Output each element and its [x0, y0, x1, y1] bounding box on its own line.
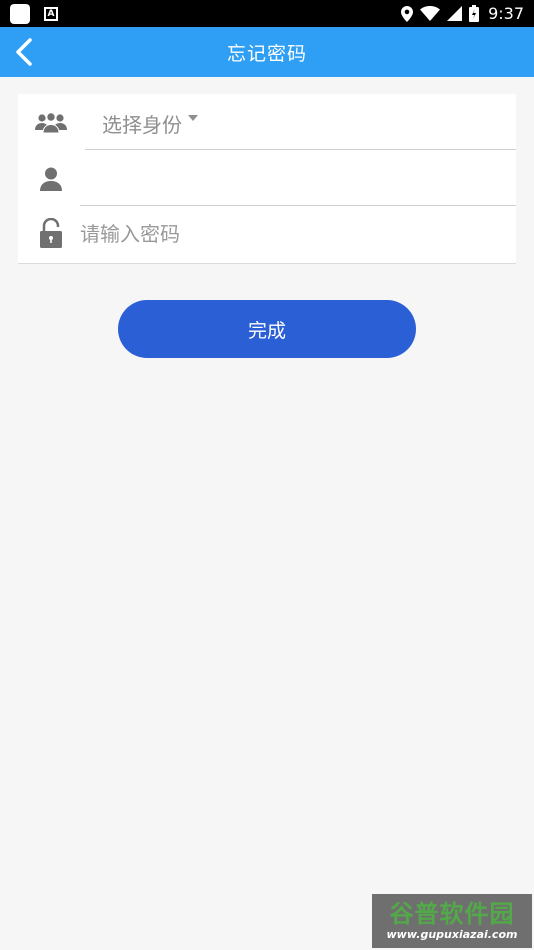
caret-down-icon	[188, 115, 198, 121]
chevron-left-icon	[16, 38, 32, 66]
status-right: 9:37	[401, 4, 524, 23]
signal-icon	[447, 6, 463, 21]
username-input[interactable]	[80, 160, 500, 196]
password-row	[18, 206, 516, 262]
location-icon	[401, 5, 414, 22]
app-square-icon	[10, 3, 30, 24]
status-left: A	[10, 3, 58, 24]
app-bar: 忘记密码	[0, 27, 534, 77]
identity-select-label: 选择身份	[102, 112, 182, 137]
back-button[interactable]	[6, 34, 42, 70]
watermark-url: www.gupuxiazai.com	[386, 928, 518, 941]
lock-icon	[34, 218, 68, 248]
a-badge-icon: A	[44, 6, 58, 21]
user-icon	[34, 164, 68, 194]
wifi-icon	[420, 6, 441, 21]
status-time: 9:37	[488, 4, 524, 23]
watermark-title: 谷普软件园	[389, 900, 515, 928]
password-input[interactable]	[80, 216, 500, 252]
status-bar: A 9:37	[0, 0, 534, 27]
battery-icon	[469, 5, 480, 22]
users-group-icon	[34, 108, 68, 138]
username-row	[18, 150, 516, 206]
form-card: 选择身份	[18, 94, 516, 264]
identity-row: 选择身份	[18, 94, 516, 150]
done-button[interactable]: 完成	[118, 300, 416, 358]
identity-select[interactable]: 选择身份	[102, 108, 198, 138]
page-title: 忘记密码	[226, 42, 307, 65]
watermark-logo: 谷普软件园 www.gupuxiazai.com	[372, 894, 532, 948]
